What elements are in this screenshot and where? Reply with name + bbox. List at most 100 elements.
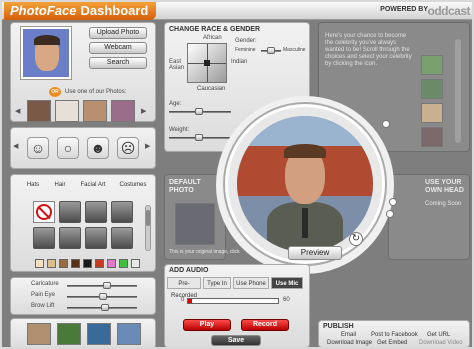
default-photo-thumb[interactable] [175,203,215,245]
weight-knob[interactable] [195,134,203,141]
save-button[interactable]: Save [211,335,261,346]
color-swatch-8[interactable] [119,259,128,268]
prev-arrow-icon[interactable]: ◀ [15,107,20,115]
user-photo-hair-icon [34,35,60,45]
app-title-photoface: PhotoFace [10,3,77,18]
gender-knob[interactable] [267,47,275,54]
add-audio-panel: ADD AUDIO Pre-Recorded Type In Use Phone… [164,264,310,347]
audio-level-fill [188,299,192,303]
hair-option-5[interactable] [59,227,81,249]
sample-photo-2[interactable] [55,100,79,122]
user-photo [21,27,71,79]
tab-use-phone[interactable]: Use Phone [233,277,269,289]
caricature-label: Caricature [31,281,59,287]
background-thumb-4[interactable] [117,323,141,345]
hair-option-7[interactable] [111,227,133,249]
download-image-link[interactable]: Download Image [327,340,372,346]
brow-lift-label: Brow Lift [31,303,55,309]
post-to-facebook-link[interactable]: Post to Facebook [371,332,418,338]
tab-hats[interactable]: Hats [19,179,47,191]
color-swatch-1[interactable] [35,259,44,268]
preview-button[interactable]: Preview [288,246,342,260]
celebrity-thumb-3[interactable] [421,103,443,123]
email-link[interactable]: Email [341,332,356,338]
hair-option-6[interactable] [85,227,107,249]
color-swatch-6[interactable] [95,259,104,268]
tab-pre-recorded[interactable]: Pre-Recorded [167,277,201,299]
hair-option-4[interactable] [33,227,55,249]
features-scrollbar-thumb[interactable] [146,210,150,226]
publish-title: PUBLISH [323,323,354,330]
caricature-slider[interactable] [67,285,137,287]
sample-photo-4[interactable] [111,100,135,122]
no-hair-option[interactable] [33,201,55,223]
celebrity-thumb-1[interactable] [421,55,443,75]
sample-photo-1[interactable] [27,100,51,122]
webcam-button[interactable]: Webcam [89,42,147,54]
audio-level-end: 60 [283,297,290,303]
sample-photo-3[interactable] [83,100,107,122]
own-head-title: USE YOUR OWN HEAD [425,179,464,194]
backgrounds-panel [10,318,156,347]
get-url-link[interactable]: Get URL [427,332,450,338]
top-bar: PhotoFace Dashboard POWERED BY oddcast [2,2,472,20]
preview-side-handle-top[interactable] [382,120,390,128]
next-arrow-icon[interactable]: ▶ [141,107,146,115]
tab-facial-art[interactable]: Facial Art [73,179,113,191]
indian-label: Indian [231,59,248,65]
expressions-panel: ◀ ☺ ○ ☻ ☹ ▶ [10,127,156,169]
pain-eye-knob[interactable] [99,293,107,300]
features-scrollbar[interactable] [145,205,151,251]
hair-option-3[interactable] [111,201,133,223]
or-badge: OR [49,87,61,97]
color-swatch-7[interactable] [107,259,116,268]
color-swatch-5[interactable] [83,259,92,268]
play-button[interactable]: Play [183,319,231,331]
expressions-prev-icon[interactable]: ◀ [13,142,18,150]
race-marker-icon[interactable] [204,60,210,66]
background-thumb-2[interactable] [57,323,81,345]
celebrity-thumb-4[interactable] [421,127,443,147]
expression-surprised-icon[interactable]: ○ [57,137,79,159]
brow-lift-knob[interactable] [101,304,109,311]
download-video-link[interactable]: Download Video [419,340,463,346]
expression-smile-icon[interactable]: ☻ [87,137,109,159]
caucasian-label: Caucasian [197,86,226,92]
tab-use-mic[interactable]: Use Mic [271,277,303,289]
color-swatch-2[interactable] [47,259,56,268]
tab-hair[interactable]: Hair [47,179,73,191]
color-swatch-4[interactable] [71,259,80,268]
background-thumb-1[interactable] [27,323,51,345]
rotate-icon[interactable]: ↻ [349,232,363,246]
color-swatch-3[interactable] [59,259,68,268]
caricature-knob[interactable] [103,282,111,289]
pain-eye-label: Pain Eye [31,292,56,298]
age-knob[interactable] [195,108,203,115]
celebrity-thumb-2[interactable] [421,79,443,99]
east-asian-label: East Asian [169,59,185,71]
preview-side-handle-bot[interactable] [386,210,394,218]
oddcast-logo: oddcast [427,4,470,18]
record-button[interactable]: Record [241,319,289,331]
race-picker[interactable] [187,43,227,83]
app-title: PhotoFace Dashboard [4,2,156,20]
race-gender-title: CHANGE RACE & GENDER [169,26,261,33]
expressions-next-icon[interactable]: ▶ [145,142,150,150]
background-thumb-3[interactable] [87,323,111,345]
tab-type-in[interactable]: Type In [203,277,231,289]
get-embed-link[interactable]: Get Embed [377,340,407,346]
hair-option-1[interactable] [59,201,81,223]
own-head-panel: USE YOUR OWN HEAD Coming Soon [388,174,470,260]
upload-photo-button[interactable]: Upload Photo [89,27,147,39]
celebrity-scrollbar[interactable] [455,39,461,143]
weight-label: Weight: [169,127,190,133]
feminine-label: Feminine [235,47,256,53]
expression-neutral-icon[interactable]: ☺ [27,137,49,159]
hair-option-2[interactable] [85,201,107,223]
tab-costumes[interactable]: Costumes [113,179,153,191]
expression-sad-icon[interactable]: ☹ [117,137,139,159]
preview-side-handle-mid[interactable] [389,198,397,206]
color-swatch-9[interactable] [131,259,140,268]
search-button[interactable]: Search [89,57,147,69]
preview-tie [302,208,308,238]
